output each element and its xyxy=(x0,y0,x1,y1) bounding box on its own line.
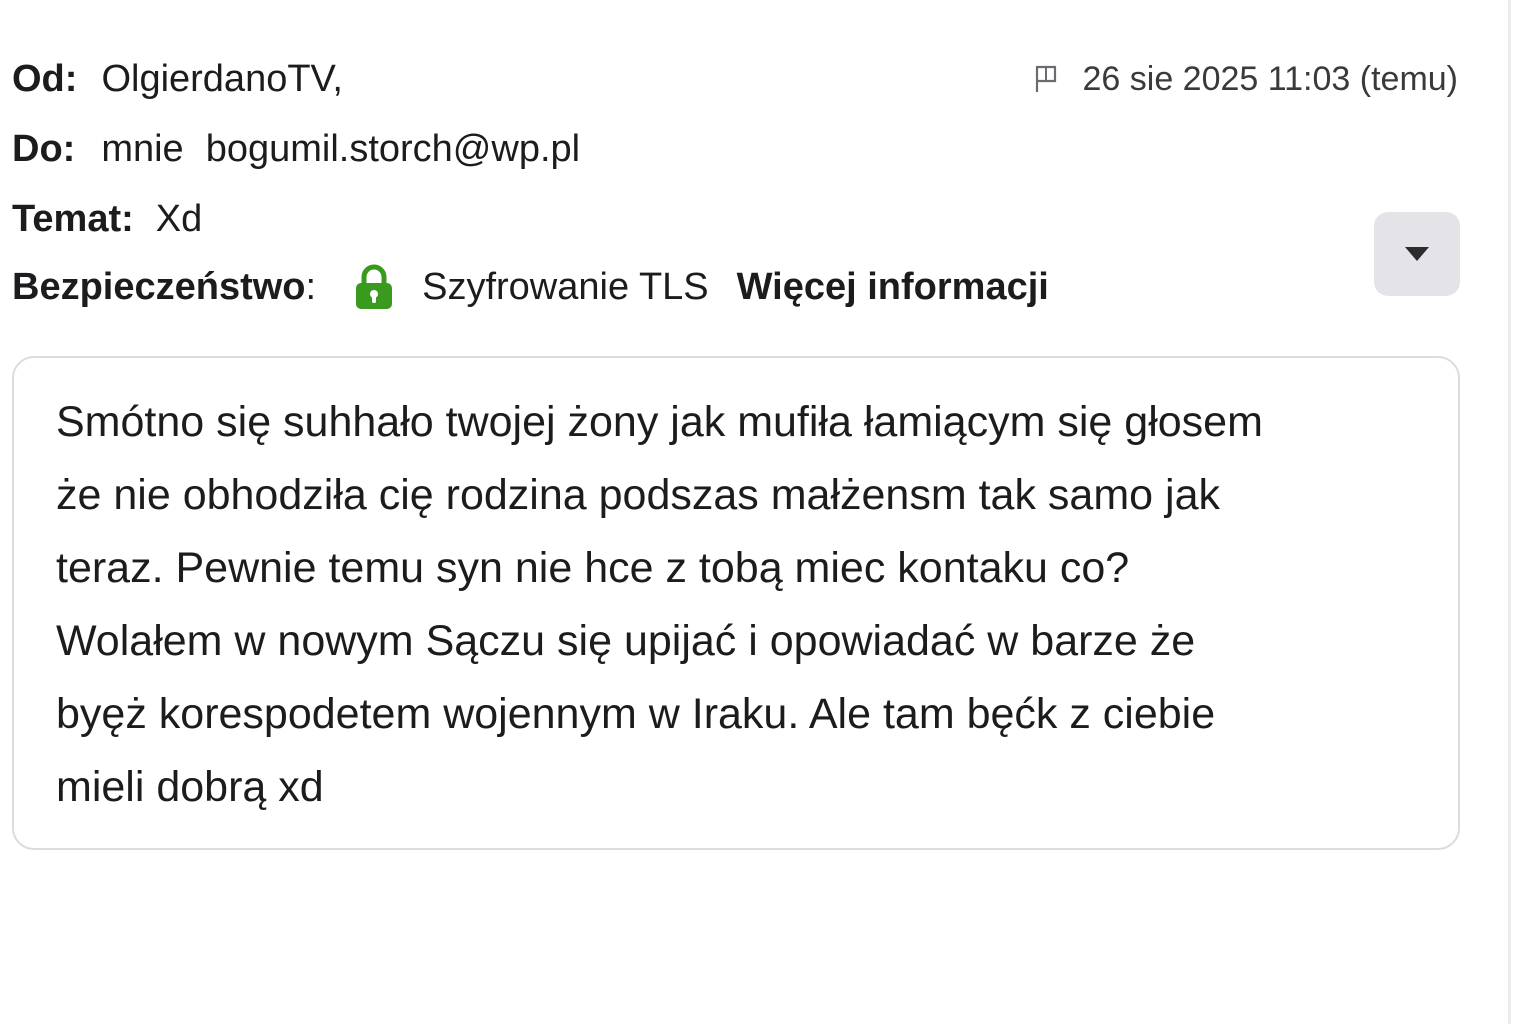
message-body: Smótno się suhhało twojej żony jak mufił… xyxy=(12,356,1460,850)
security-row: Bezpieczeństwo: Szyfrowanie TLS Więcej i… xyxy=(12,262,1049,312)
to-label: Do: xyxy=(12,127,76,170)
flag-icon[interactable] xyxy=(1033,64,1061,94)
scrollbar-track xyxy=(1508,0,1511,1024)
security-value: Szyfrowanie TLS xyxy=(422,265,709,308)
subject-row: Temat: Xd xyxy=(12,194,202,244)
subject-value: Xd xyxy=(155,197,203,240)
sender-name[interactable]: OlgierdanoTV, xyxy=(101,58,343,101)
security-label: Bezpieczeństwo xyxy=(12,265,306,308)
date-area: 26 sie 2025 11:03 (temu) xyxy=(1033,54,1459,104)
expand-headers-button[interactable] xyxy=(1374,212,1460,296)
from-row: Od: OlgierdanoTV, xyxy=(12,54,343,104)
lock-icon xyxy=(356,264,393,309)
from-label: Od: xyxy=(12,57,78,100)
security-colon: : xyxy=(305,265,317,308)
more-info-link[interactable]: Więcej informacji xyxy=(737,266,1049,309)
subject-label: Temat: xyxy=(12,197,134,240)
recipient-email[interactable]: bogumil.storch@wp.pl xyxy=(206,128,580,171)
recipient-me[interactable]: mnie xyxy=(101,128,183,171)
chevron-down-icon xyxy=(1405,247,1429,261)
message-date: 26 sie 2025 11:03 (temu) xyxy=(1082,59,1459,98)
message-text: Smótno się suhhało twojej żony jak mufił… xyxy=(56,398,1263,811)
to-row: Do: mnie bogumil.storch@wp.pl xyxy=(12,124,580,174)
